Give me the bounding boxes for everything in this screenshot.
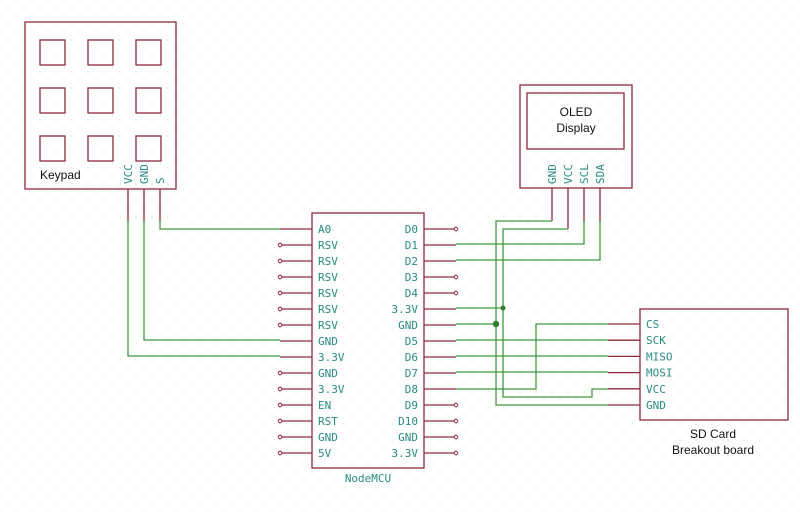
keypad-component: Keypad VCC GND S: [24, 21, 177, 190]
nodemcu-right-pin: D7: [405, 367, 418, 380]
nodemcu-right-pin: D4: [405, 287, 419, 300]
sdcard-component: CS SCK MISO MOSI VCC GND SD Card Breakout boa…: [608, 308, 789, 457]
unconnected-pin-marker: [453, 434, 459, 440]
nodemcu-label: NodeMCU: [345, 472, 391, 485]
keypad-pin-s: S: [154, 177, 167, 184]
keypad-label: Keypad: [40, 168, 81, 182]
nodemcu-right-pin: D8: [405, 383, 418, 396]
key: [87, 87, 114, 114]
key: [135, 135, 162, 162]
unconnected-pin-marker: [277, 274, 283, 280]
nodemcu-right-pin: D9: [405, 399, 418, 412]
unconnected-pin-marker: [277, 402, 283, 408]
unconnected-pin-marker: [277, 434, 283, 440]
nodemcu-left-pin: RSV: [318, 239, 338, 252]
unconnected-pin-marker: [453, 290, 459, 296]
key: [87, 39, 114, 66]
nodemcu-left-pin: 3.3V: [318, 351, 345, 364]
schematic: Keypad VCC GND S OLED Display GND VCC SC…: [7, 7, 793, 505]
unconnected-pin-marker: [453, 226, 459, 232]
nodemcu-left-pin: GND: [318, 367, 338, 380]
sdcard-pin: MISO: [646, 350, 673, 363]
wire-keypad-s-a0: [159, 221, 280, 230]
sdcard-pin: GND: [646, 399, 666, 412]
nodemcu-component: A0 RSV RSV RSV RSV RSV RSV GND 3.3V GND 3.3V EN RST G…: [277, 212, 459, 485]
unconnected-pin-marker: [277, 290, 283, 296]
oled-pin-scl: SCL: [578, 164, 591, 184]
nodemcu-right-pin: D1: [405, 239, 418, 252]
nodemcu-left-pin: A0: [318, 223, 331, 236]
nodemcu-left-pin: RSV: [318, 271, 338, 284]
unconnected-pin-marker: [277, 242, 283, 248]
unconnected-pin-marker: [453, 450, 459, 456]
oled-outline: [519, 84, 633, 189]
unconnected-pin-marker: [277, 418, 283, 424]
nodemcu-right-pin: D0: [405, 223, 418, 236]
sdcard-pin: CS: [646, 318, 659, 331]
key: [39, 135, 66, 162]
unconnected-pin-marker: [277, 386, 283, 392]
sdcard-pin: MOSI: [646, 367, 673, 380]
keypad-pin-vcc: VCC: [122, 164, 135, 184]
oled-pin-sda: SDA: [594, 164, 607, 184]
nodemcu-left-pin: RSV: [318, 319, 338, 332]
nodemcu-right-pin: D2: [405, 255, 418, 268]
unconnected-pin-marker: [453, 402, 459, 408]
nodemcu-left-pin: RSV: [318, 255, 338, 268]
key: [135, 87, 162, 114]
wire-keypad-gnd: [143, 221, 280, 341]
key: [87, 135, 114, 162]
keypad-pin-gnd: GND: [138, 164, 151, 184]
nodemcu-right-pin: GND: [398, 431, 418, 444]
sdcard-label-1: SD Card: [690, 427, 736, 441]
nodemcu-right-pin: 3.3V: [392, 303, 419, 316]
key: [135, 39, 162, 66]
wire-keypad-vcc: [127, 221, 280, 357]
junction-gnd: [492, 320, 500, 328]
nodemcu-right-pin: D3: [405, 271, 418, 284]
nodemcu-left-pin: RSV: [318, 287, 338, 300]
oled-component: OLED Display GND VCC SCL SDA: [519, 84, 633, 189]
oled-label-2: Display: [556, 121, 595, 135]
sdcard-pin: VCC: [646, 383, 666, 396]
oled-label-1: OLED: [560, 105, 593, 119]
nodemcu-left-pin: EN: [318, 399, 331, 412]
oled-pin-vcc: VCC: [562, 164, 575, 184]
unconnected-pin-marker: [277, 306, 283, 312]
nodemcu-right-pin: GND: [398, 319, 418, 332]
nodemcu-left-pin: GND: [318, 335, 338, 348]
nodemcu-right-pin: D10: [398, 415, 418, 428]
pin-stubs: [127, 188, 601, 229]
sdcard-label-2: Breakout board: [672, 443, 754, 457]
key: [39, 87, 66, 114]
nodemcu-right-pin: D6: [405, 351, 418, 364]
wire-oled-gnd: [495, 220, 608, 406]
unconnected-pin-marker: [453, 418, 459, 424]
unconnected-pin-marker: [277, 258, 283, 264]
sdcard-pin: SCK: [646, 334, 666, 347]
keypad-outline: [24, 21, 177, 190]
wires: [127, 220, 608, 406]
nodemcu-left-pin: 3.3V: [318, 383, 345, 396]
nodemcu-left-pin: GND: [318, 431, 338, 444]
nodemcu-left-pin: RST: [318, 415, 338, 428]
unconnected-pin-marker: [277, 370, 283, 376]
nodemcu-right-pin: D5: [405, 335, 418, 348]
unconnected-pin-marker: [277, 450, 283, 456]
nodemcu-left-pin: 5V: [318, 447, 332, 460]
key: [39, 39, 66, 66]
junction-3v3: [500, 305, 506, 311]
nodemcu-right-pin: 3.3V: [392, 447, 419, 460]
unconnected-pin-marker: [277, 322, 283, 328]
unconnected-pin-marker: [453, 274, 459, 280]
wire-oled-sda: [456, 221, 601, 261]
oled-pin-gnd: GND: [546, 164, 559, 184]
nodemcu-left-pin: RSV: [318, 303, 338, 316]
